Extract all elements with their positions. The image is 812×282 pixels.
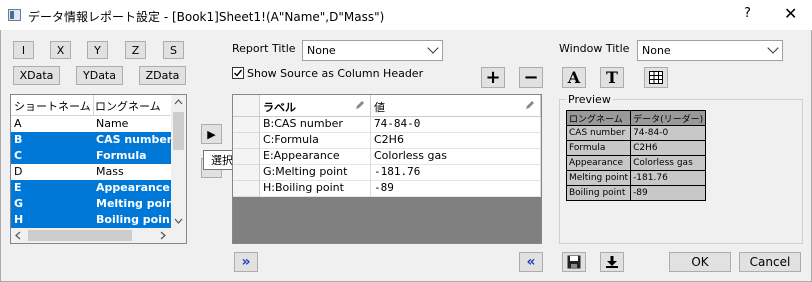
preview-cell: CAS number bbox=[565, 125, 632, 141]
preview-cell: Boiling point bbox=[565, 185, 632, 201]
grid-corner bbox=[233, 95, 260, 117]
short-name-header: ショートネーム bbox=[14, 100, 91, 113]
list-item[interactable]: A Name bbox=[11, 116, 172, 132]
chevron-down-icon bbox=[767, 42, 779, 54]
zdata-button[interactable]: ZData bbox=[139, 66, 186, 85]
list-item[interactable]: E Appearance bbox=[11, 180, 172, 196]
table-format-button[interactable] bbox=[644, 67, 668, 88]
text-format-button[interactable]: T bbox=[600, 67, 624, 88]
ok-button[interactable]: OK bbox=[669, 252, 731, 272]
preview-header: ロングネーム bbox=[565, 110, 632, 126]
table-row-value[interactable]: Colorless gas bbox=[371, 149, 541, 165]
preview-cell: Appearance bbox=[565, 155, 632, 171]
long-name-header: ロングネーム bbox=[95, 100, 161, 113]
cancel-button[interactable]: Cancel bbox=[739, 252, 801, 272]
list-item[interactable]: B CAS number bbox=[11, 132, 172, 148]
close-button[interactable]: ✕ bbox=[784, 4, 797, 23]
row-header[interactable] bbox=[233, 181, 260, 197]
preview-table: ロングネーム データ(リーダー) CAS number 74-84-0 Formu… bbox=[565, 110, 707, 201]
show-source-checkbox[interactable] bbox=[232, 67, 244, 79]
list-item[interactable]: C Formula bbox=[11, 148, 172, 164]
download-icon bbox=[606, 256, 618, 268]
column-list[interactable]: ショートネーム ロングネーム A Name B CAS number C Formul… bbox=[10, 94, 187, 244]
list-vertical-scrollbar[interactable] bbox=[171, 95, 186, 228]
column-s-button[interactable]: S bbox=[163, 41, 184, 59]
table-row-value[interactable]: -89 bbox=[371, 181, 541, 197]
column-z-button[interactable]: Z bbox=[125, 41, 146, 59]
grid-header-label: ラベル bbox=[260, 95, 371, 117]
row-header[interactable] bbox=[233, 165, 260, 181]
column-y-button[interactable]: Y bbox=[87, 41, 108, 59]
preview-cell: -181.76 bbox=[630, 170, 707, 186]
report-title-value: None bbox=[307, 44, 336, 57]
window-title-label: Window Title bbox=[559, 42, 630, 55]
app-icon bbox=[8, 9, 21, 21]
ydata-button[interactable]: YData bbox=[76, 66, 123, 85]
preview-header: データ(リーダー) bbox=[630, 110, 707, 126]
table-row-value[interactable]: C2H6 bbox=[371, 133, 541, 149]
preview-cell: Formula bbox=[565, 140, 632, 156]
save-button[interactable] bbox=[562, 252, 586, 272]
preview-cell: -89 bbox=[630, 185, 707, 201]
column-i-button[interactable]: I bbox=[13, 41, 34, 59]
pencil-icon bbox=[356, 101, 364, 109]
collapse-button[interactable]: « bbox=[519, 252, 543, 272]
list-item[interactable]: H Boiling poin bbox=[11, 212, 172, 228]
report-title-label: Report Title bbox=[232, 42, 296, 55]
chevron-down-icon bbox=[427, 42, 439, 54]
table-row-value[interactable]: -181.76 bbox=[371, 165, 541, 181]
list-item[interactable]: D Mass bbox=[11, 164, 172, 180]
row-header[interactable] bbox=[233, 149, 260, 165]
table-row-label[interactable]: H:Boiling point bbox=[260, 181, 371, 197]
table-icon bbox=[649, 71, 663, 84]
show-source-label: Show Source as Column Header bbox=[247, 67, 424, 80]
expand-button[interactable]: » bbox=[234, 252, 258, 272]
preview-cell: Colorless gas bbox=[630, 155, 707, 171]
add-button[interactable]: + bbox=[481, 67, 505, 88]
window-title-value: None bbox=[642, 44, 671, 57]
table-row-label[interactable]: G:Melting point bbox=[260, 165, 371, 181]
xdata-button[interactable]: XData bbox=[13, 66, 60, 85]
window-title: データ情報レポート設定 - [Book1]Sheet1!(A"Name",D"M… bbox=[28, 10, 385, 24]
floppy-disk-icon bbox=[567, 255, 581, 269]
help-button[interactable]: ? bbox=[744, 6, 751, 21]
table-row-label[interactable]: B:CAS number bbox=[260, 117, 371, 133]
report-title-dropdown[interactable]: None bbox=[302, 40, 443, 61]
move-right-button[interactable]: ▶ bbox=[201, 124, 222, 144]
table-row-value[interactable]: 74-84-0 bbox=[371, 117, 541, 133]
preview-label: Preview bbox=[566, 93, 613, 106]
preview-cell: 74-84-0 bbox=[630, 125, 707, 141]
window-title-dropdown[interactable]: None bbox=[637, 40, 783, 61]
title-bar: データ情報レポート設定 - [Book1]Sheet1!(A"Name",D"M… bbox=[0, 0, 812, 30]
export-button[interactable] bbox=[600, 252, 624, 272]
pencil-icon bbox=[526, 101, 534, 109]
list-item[interactable]: G Melting poin bbox=[11, 196, 174, 212]
label-value-grid[interactable]: ラベル 値 B:CAS number 74-84-0 C:Formula C2H… bbox=[232, 94, 542, 244]
row-header[interactable] bbox=[233, 133, 260, 149]
grid-header-value: 値 bbox=[371, 95, 541, 117]
table-row-label[interactable]: E:Appearance bbox=[260, 149, 371, 165]
table-row-label[interactable]: C:Formula bbox=[260, 133, 371, 149]
font-button[interactable]: A bbox=[562, 67, 586, 88]
remove-button[interactable]: − bbox=[519, 67, 543, 88]
column-list-header: ショートネーム ロングネーム bbox=[11, 95, 172, 116]
preview-cell: Melting point bbox=[565, 170, 632, 186]
preview-cell: C2H6 bbox=[630, 140, 707, 156]
column-x-button[interactable]: X bbox=[50, 41, 71, 59]
list-horizontal-scrollbar[interactable] bbox=[11, 228, 186, 243]
row-header[interactable] bbox=[233, 117, 260, 133]
